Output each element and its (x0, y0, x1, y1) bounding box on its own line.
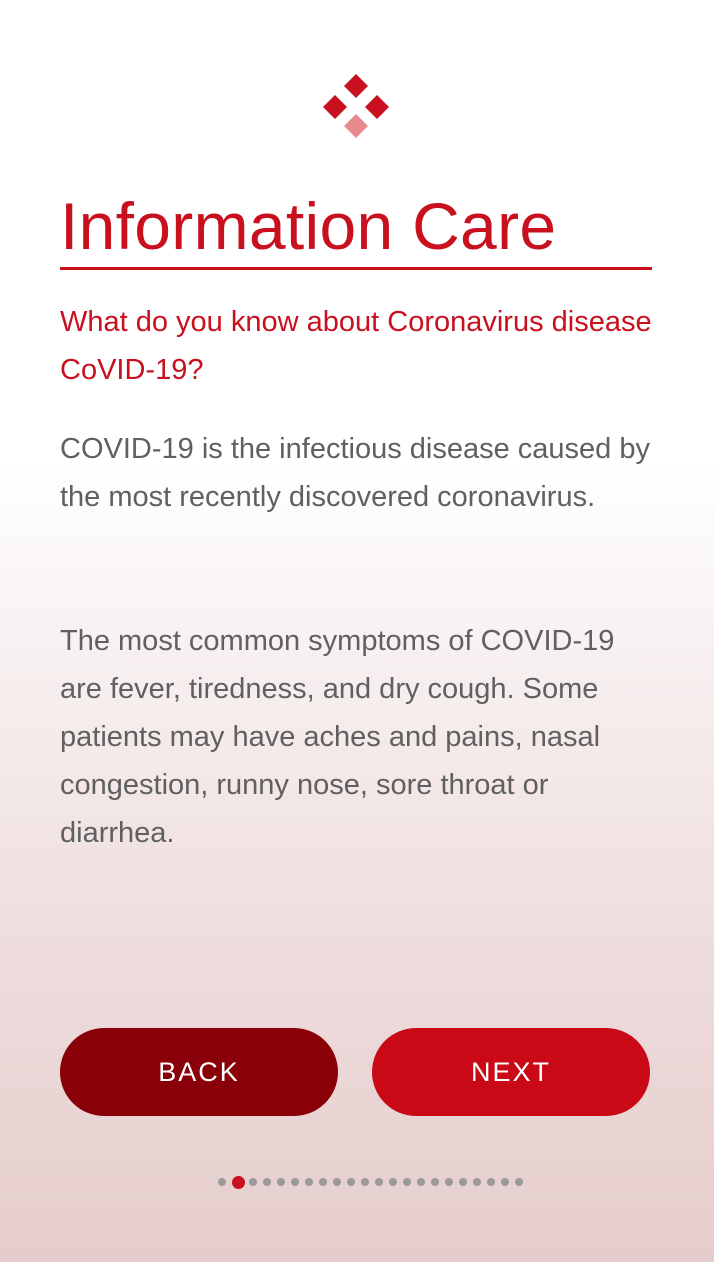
back-button[interactable]: BACK (60, 1028, 338, 1116)
page-dot[interactable] (375, 1178, 383, 1186)
page-dot[interactable] (361, 1178, 369, 1186)
diamond-cluster-logo-icon (323, 74, 389, 138)
page-dot[interactable] (431, 1178, 439, 1186)
page-title: Information Care (60, 189, 557, 263)
title-underline (60, 267, 652, 270)
page-dot[interactable] (277, 1178, 285, 1186)
page-dot-active[interactable] (232, 1175, 245, 1189)
page-dot[interactable] (347, 1178, 355, 1186)
page-dot[interactable] (473, 1178, 481, 1186)
info-paragraph-1: COVID-19 is the infectious disease cause… (60, 433, 650, 513)
question-heading: What do you know about Coronavirus disea… (60, 306, 652, 386)
page-indicator (218, 1174, 529, 1190)
page-dot[interactable] (403, 1178, 411, 1186)
page-dot[interactable] (333, 1178, 341, 1186)
page-dot[interactable] (249, 1178, 257, 1186)
onboarding-screen: Information Care What do you know about … (0, 0, 714, 1272)
page-dot[interactable] (417, 1178, 425, 1186)
page-dot[interactable] (459, 1178, 467, 1186)
page-dot[interactable] (515, 1178, 523, 1186)
page-dot[interactable] (263, 1178, 271, 1186)
page-dot[interactable] (291, 1178, 299, 1186)
page-dot[interactable] (218, 1178, 226, 1186)
info-paragraph-2: The most common symptoms of COVID-19 are… (60, 625, 615, 849)
page-dot[interactable] (389, 1178, 397, 1186)
next-button[interactable]: NEXT (372, 1028, 650, 1116)
page-dot[interactable] (487, 1178, 495, 1186)
page-dot[interactable] (305, 1178, 313, 1186)
page-dot[interactable] (501, 1178, 509, 1186)
bottom-edge (0, 1262, 714, 1272)
page-dot[interactable] (319, 1178, 327, 1186)
page-dot[interactable] (445, 1178, 453, 1186)
